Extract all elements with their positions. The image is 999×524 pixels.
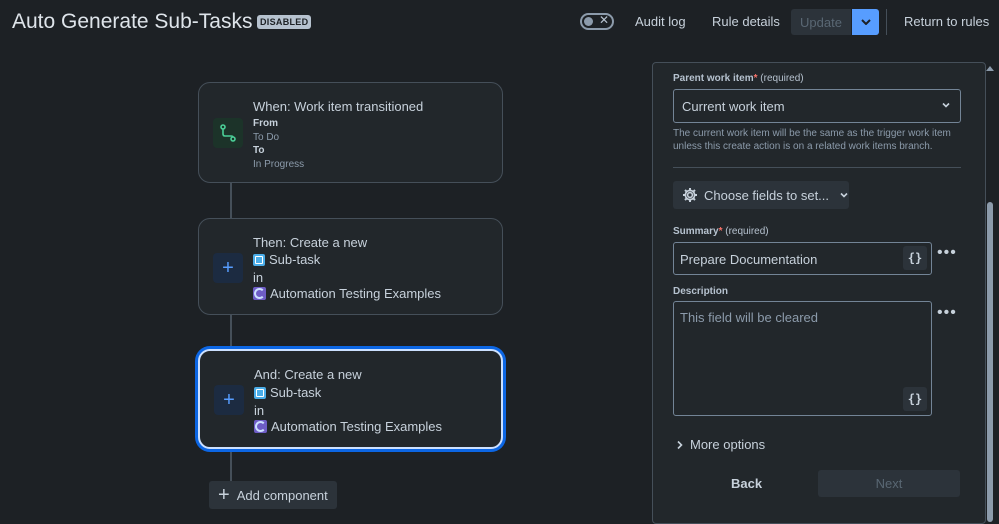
project-icon (254, 420, 267, 433)
chevron-right-icon (677, 440, 683, 449)
required-note: (required) (725, 226, 769, 237)
project-label: Automation Testing Examples (271, 419, 443, 434)
flow-connector (230, 183, 232, 219)
back-button[interactable]: Back (731, 476, 762, 491)
parent-label-text: Parent work item (673, 73, 754, 84)
issue-type-row: Sub-task (253, 252, 320, 267)
panel-scrollbar[interactable] (984, 62, 996, 524)
description-placeholder: This field will be cleared (680, 310, 819, 325)
description-textarea[interactable]: This field will be cleared (673, 301, 932, 416)
divider (673, 167, 961, 168)
gear-icon (683, 188, 697, 202)
chevron-down-icon (860, 19, 871, 25)
rule-details-link[interactable]: Rule details (712, 14, 780, 29)
update-button[interactable]: Update (791, 9, 851, 35)
flow-connector (230, 315, 232, 349)
close-icon: ✕ (598, 13, 609, 27)
required-star: * (753, 73, 758, 84)
description-field-label: Description (673, 286, 728, 297)
subtask-icon (254, 386, 266, 399)
toggle-knob (584, 17, 593, 26)
parent-field-label: Parent work item* (required) (673, 73, 804, 84)
more-options-label: More options (690, 437, 766, 452)
trigger-card[interactable]: When: Work item transitioned From To Do … (198, 82, 503, 183)
from-label: From (253, 118, 278, 129)
issue-type-row: Sub-task (254, 385, 321, 400)
page-title: Auto Generate Sub-Tasks (12, 10, 253, 33)
next-button[interactable]: Next (818, 470, 960, 497)
plus-icon: + (214, 385, 244, 415)
smart-value-button[interactable]: {} (903, 387, 927, 411)
issue-type-label: Sub-task (270, 385, 322, 400)
action-title: Then: Create a new (253, 235, 368, 250)
add-component-button[interactable]: + Add component (209, 481, 337, 509)
action-card-selected[interactable]: + And: Create a new Sub-task in Automati… (198, 349, 503, 449)
required-note: (required) (760, 73, 804, 84)
plus-icon: + (213, 253, 243, 283)
scroll-up-icon[interactable] (986, 66, 994, 71)
choose-fields-button[interactable]: Choose fields to set... (673, 181, 849, 209)
trigger-title: When: Work item transitioned (253, 99, 424, 114)
in-label: in (253, 270, 264, 285)
more-options-toggle[interactable]: More options (676, 437, 765, 452)
summary-value: Prepare Documentation (680, 252, 818, 267)
status-badge: DISABLED (257, 15, 312, 29)
rule-enabled-toggle[interactable]: ✕ (580, 13, 614, 30)
project-row: Automation Testing Examples (254, 419, 442, 434)
from-value: To Do (253, 132, 280, 143)
more-actions-icon[interactable]: ••• (937, 244, 957, 262)
parent-select-value: Current work item (682, 99, 785, 114)
project-label: Automation Testing Examples (270, 286, 442, 301)
summary-input[interactable]: Prepare Documentation (673, 242, 932, 275)
chevron-down-icon (840, 192, 848, 198)
header-divider (886, 9, 887, 35)
return-to-rules-link[interactable]: Return to rules (904, 14, 989, 29)
to-value: In Progress (253, 159, 305, 170)
update-dropdown-button[interactable] (852, 9, 879, 35)
in-label: in (254, 403, 265, 418)
add-component-label: Add component (236, 487, 328, 503)
audit-log-link[interactable]: Audit log (635, 14, 686, 29)
chevron-down-icon (942, 102, 950, 108)
smart-value-button[interactable]: {} (903, 246, 927, 270)
summary-label-text: Summary (673, 226, 719, 237)
scroll-thumb[interactable] (987, 202, 993, 522)
transition-icon (213, 118, 243, 148)
required-star: * (718, 226, 723, 237)
project-row: Automation Testing Examples (253, 286, 441, 301)
flow-connector (230, 449, 232, 482)
choose-fields-label: Choose fields to set... (704, 187, 830, 203)
more-actions-icon[interactable]: ••• (937, 304, 957, 322)
project-icon (253, 287, 266, 300)
parent-work-item-select[interactable]: Current work item (673, 89, 961, 123)
description-label-text: Description (673, 286, 729, 297)
to-label: To (253, 145, 265, 156)
action-card[interactable]: + Then: Create a new Sub-task in Automat… (198, 218, 503, 315)
parent-helper-text: The current work item will be the same a… (673, 128, 951, 152)
plus-icon: + (218, 484, 230, 506)
action-title: And: Create a new (254, 367, 362, 382)
issue-type-label: Sub-task (269, 252, 321, 267)
subtask-icon (253, 253, 265, 266)
summary-field-label: Summary* (required) (673, 226, 769, 237)
